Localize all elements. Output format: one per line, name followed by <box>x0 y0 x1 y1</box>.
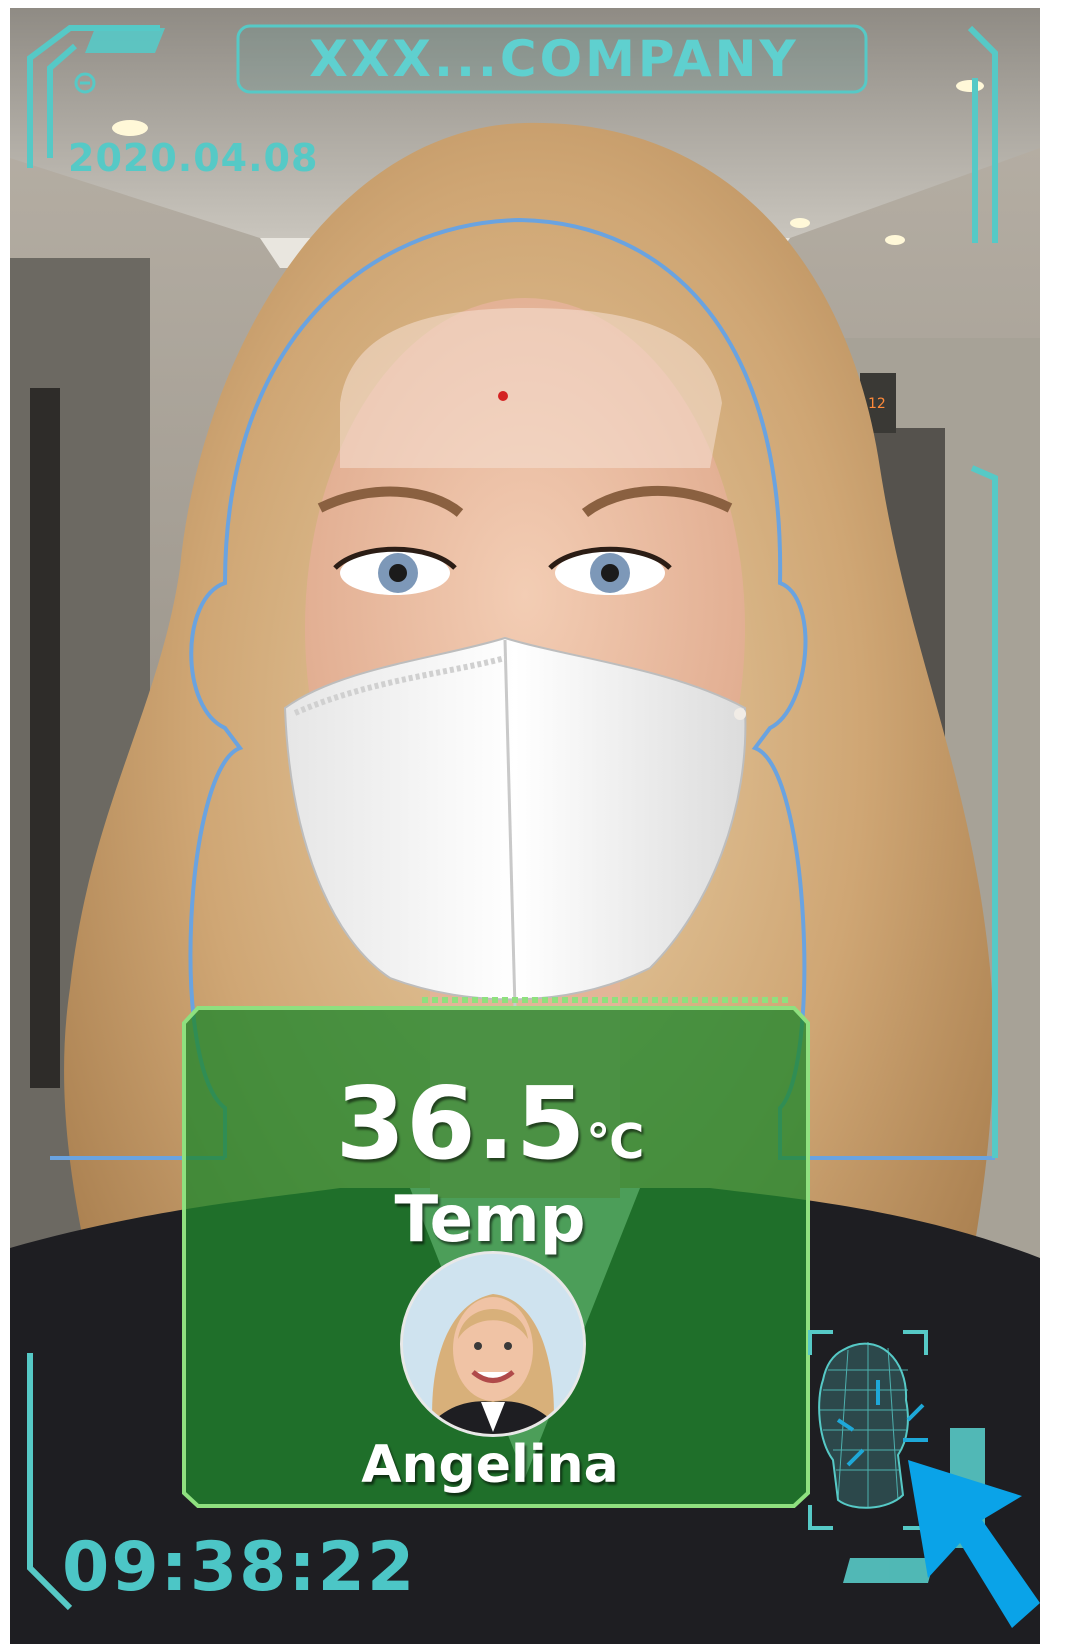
temperature-result-card: 36.5℃ Temp Angelina <box>184 1043 796 1503</box>
company-name: XXX...COMPANY <box>309 30 799 88</box>
kiosk-screen: 12 XXX...COMPANY 2020.04.08 36.5℃ Temp A… <box>10 8 1040 1644</box>
user-name: Angelina <box>361 1435 619 1495</box>
user-avatar <box>400 1251 586 1437</box>
temperature-value: 36.5 <box>335 1065 587 1182</box>
temperature-label: Temp <box>394 1183 586 1257</box>
cursor-arrow-icon <box>908 1460 1040 1628</box>
date-label: 2020.04.08 <box>68 136 319 180</box>
temperature-reading: 36.5℃ <box>184 1065 796 1182</box>
elevator-floor-display: 12 <box>868 396 886 412</box>
measure-point-icon <box>498 391 508 401</box>
temperature-unit: ℃ <box>586 1114 645 1170</box>
time-label: 09:38:22 <box>62 1528 417 1607</box>
